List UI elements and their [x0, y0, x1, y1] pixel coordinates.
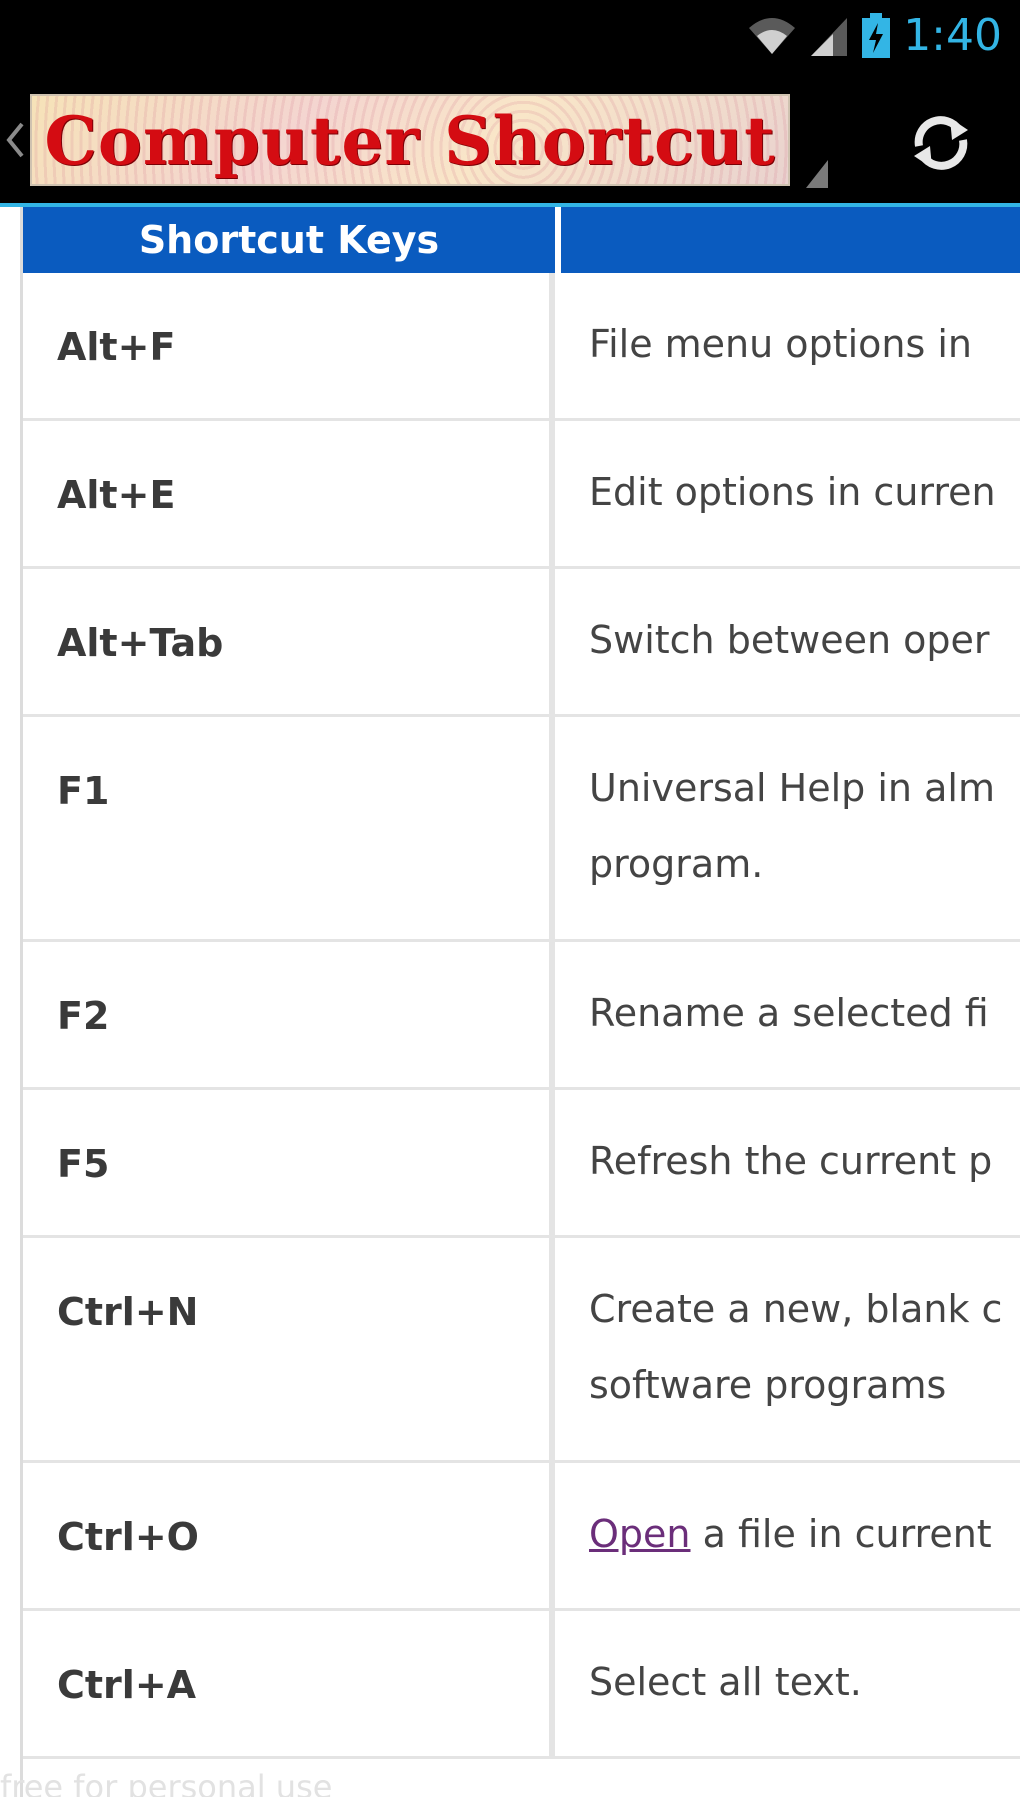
header-shortcut-keys: Shortcut Keys — [23, 207, 555, 273]
shortcut-key: Ctrl+O — [23, 1463, 555, 1608]
shortcut-description: Rename a selected fi — [589, 991, 989, 1035]
table-row: Ctrl+N Create a new, blank c software pr… — [23, 1238, 1020, 1463]
watermark-footer-text: free for personal use — [0, 1768, 333, 1797]
table-row: F1 Universal Help in alm program. — [23, 717, 1020, 942]
shortcut-key: Alt+Tab — [23, 569, 555, 714]
shortcut-description: Create a new, blank c software programs — [589, 1287, 1003, 1407]
wifi-icon — [747, 14, 797, 58]
shortcut-key: F5 — [23, 1090, 555, 1235]
app-title: Computer Shortcut Key — [44, 102, 776, 180]
table-row: Alt+F File menu options in — [23, 273, 1020, 421]
cell-signal-icon — [809, 14, 849, 58]
shortcut-description: Refresh the current p — [589, 1139, 993, 1183]
shortcut-key: Alt+E — [23, 421, 555, 566]
shortcut-description: Universal Help in alm program. — [589, 766, 995, 886]
shortcut-key: F2 — [23, 942, 555, 1087]
battery-charging-icon — [861, 13, 891, 59]
refresh-button[interactable] — [898, 102, 984, 188]
open-link[interactable]: Open — [589, 1512, 691, 1556]
table-row: Alt+E Edit options in curren — [23, 421, 1020, 569]
shortcut-table[interactable]: Shortcut Keys Alt+F File menu options in… — [20, 207, 1020, 1797]
shortcut-description: Switch between oper — [589, 618, 990, 662]
table-row: Alt+Tab Switch between oper — [23, 569, 1020, 717]
status-bar: 1:40 — [0, 0, 1020, 72]
up-chevron-icon[interactable] — [4, 120, 26, 164]
table-row: Ctrl+O Open a file in current — [23, 1463, 1020, 1611]
table-body: Alt+F File menu options in Alt+E Edit op… — [23, 273, 1020, 1759]
shortcut-description: File menu options in — [589, 322, 972, 366]
shortcut-description: Edit options in curren — [589, 470, 996, 514]
shortcut-key: F1 — [23, 717, 555, 939]
table-row: F5 Refresh the current p — [23, 1090, 1020, 1238]
status-time: 1:40 — [903, 10, 1002, 61]
app-title-banner[interactable]: Computer Shortcut Key — [30, 94, 790, 186]
shortcut-key: Alt+F — [23, 273, 555, 418]
shortcut-description: Open a file in current — [589, 1512, 992, 1556]
shortcut-key: Ctrl+A — [23, 1611, 555, 1756]
action-bar: Computer Shortcut Key — [0, 72, 1020, 205]
table-row: F2 Rename a selected fi — [23, 942, 1020, 1090]
shortcut-key: Ctrl+N — [23, 1238, 555, 1460]
spinner-dropdown-icon[interactable] — [806, 158, 830, 194]
shortcut-description: Select all text. — [589, 1660, 862, 1704]
table-row: Ctrl+A Select all text. — [23, 1611, 1020, 1759]
refresh-icon — [906, 108, 976, 182]
